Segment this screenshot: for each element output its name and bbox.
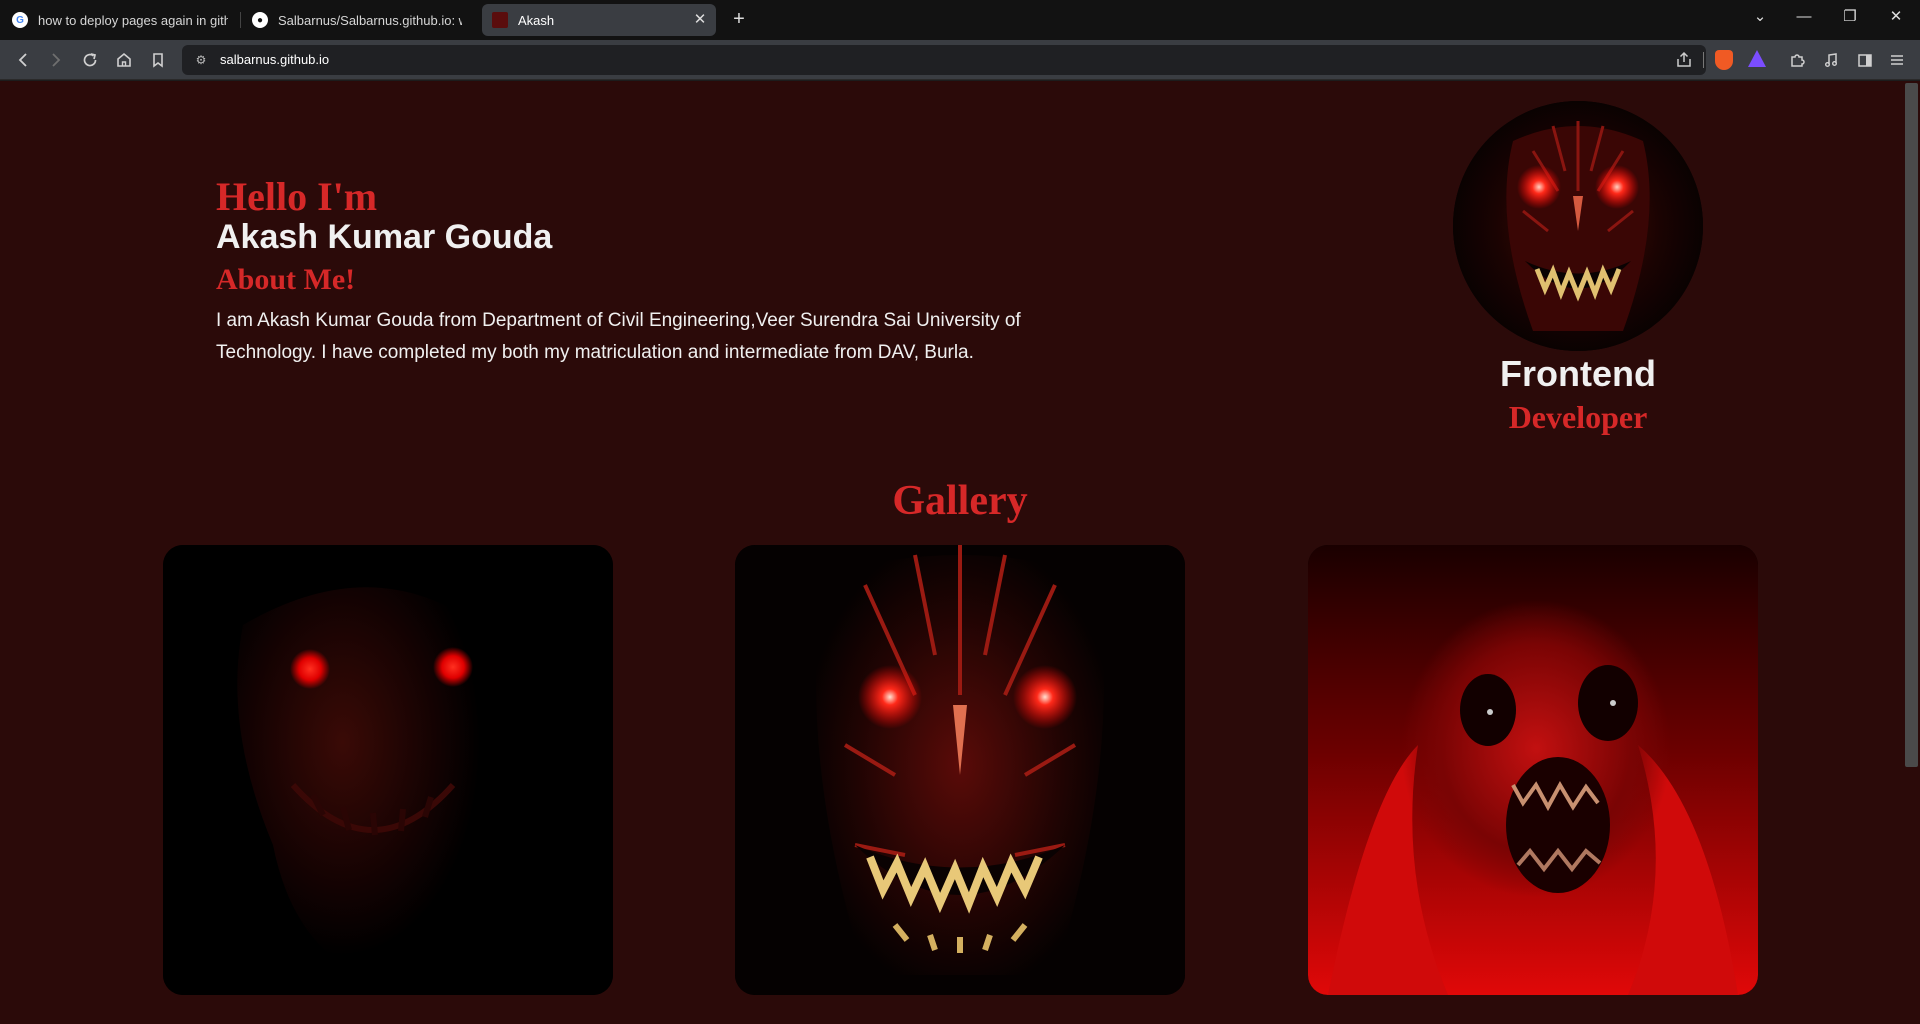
name-heading: Akash Kumar Gouda [216, 218, 553, 256]
role-title: Frontend [1500, 353, 1656, 394]
back-arrow-icon[interactable] [10, 47, 36, 73]
extensions-icon[interactable] [1784, 47, 1810, 73]
sidebar-icon[interactable] [1852, 47, 1878, 73]
tab-strip: G how to deploy pages again in github ● … [0, 0, 1920, 40]
gallery-image-screaming-ghoul[interactable] [1308, 545, 1758, 995]
profile-avatar [1453, 101, 1703, 351]
page-scrollbar[interactable] [1903, 81, 1920, 1024]
tab-akash-active[interactable]: Akash ✕ [482, 4, 716, 36]
toolbar-divider [1703, 52, 1704, 68]
brave-shields-icon[interactable] [1715, 50, 1733, 70]
tab-label: Salbarnus/Salbarnus.github.io: websi [278, 12, 462, 28]
url-text[interactable]: salbarnus.github.io [220, 52, 329, 67]
tab-divider [240, 12, 241, 28]
site-favicon-icon [492, 12, 508, 28]
share-icon[interactable] [1674, 50, 1694, 70]
reload-icon[interactable] [77, 47, 103, 73]
page-viewport: Hello I'm Akash Kumar Gouda About Me! I … [0, 81, 1903, 1024]
forward-arrow-icon[interactable] [43, 47, 69, 73]
github-icon: ● [252, 12, 268, 28]
restore-window-icon[interactable]: ❐ [1832, 4, 1868, 30]
minimize-window-icon[interactable]: — [1786, 4, 1822, 30]
role-subtitle: Developer [1508, 399, 1648, 435]
tab-label: Akash [518, 12, 555, 28]
address-bar[interactable]: ⚙ salbarnus.github.io [182, 45, 1706, 75]
google-icon: G [12, 12, 28, 28]
tab-github-repo[interactable]: ● Salbarnus/Salbarnus.github.io: websi [242, 4, 472, 36]
tab-label: how to deploy pages again in github [38, 12, 228, 28]
gallery-heading: Gallery [892, 478, 1028, 524]
browser-toolbar: ⚙ salbarnus.github.io [0, 40, 1920, 80]
gallery-image-grinning-face[interactable] [735, 545, 1185, 995]
tab-search-chevron-icon[interactable]: ⌄ [1742, 4, 1778, 30]
bookmark-icon[interactable] [145, 47, 171, 73]
about-paragraph: I am Akash Kumar Gouda from Department o… [216, 310, 1021, 363]
home-icon[interactable] [111, 47, 137, 73]
tab-google-search[interactable]: G how to deploy pages again in github [2, 4, 238, 36]
media-icon[interactable] [1818, 47, 1844, 73]
site-settings-icon[interactable]: ⚙ [191, 50, 211, 70]
greeting-heading: Hello I'm [216, 174, 378, 219]
scrollbar-thumb[interactable] [1905, 83, 1918, 767]
close-window-icon[interactable]: ✕ [1878, 4, 1914, 30]
close-tab-icon[interactable]: ✕ [692, 12, 708, 28]
menu-icon[interactable] [1884, 47, 1910, 73]
new-tab-button[interactable]: + [728, 8, 750, 30]
about-heading: About Me! [216, 263, 356, 296]
gallery-image-skull[interactable] [163, 545, 613, 995]
brave-rewards-icon[interactable] [1748, 50, 1766, 67]
